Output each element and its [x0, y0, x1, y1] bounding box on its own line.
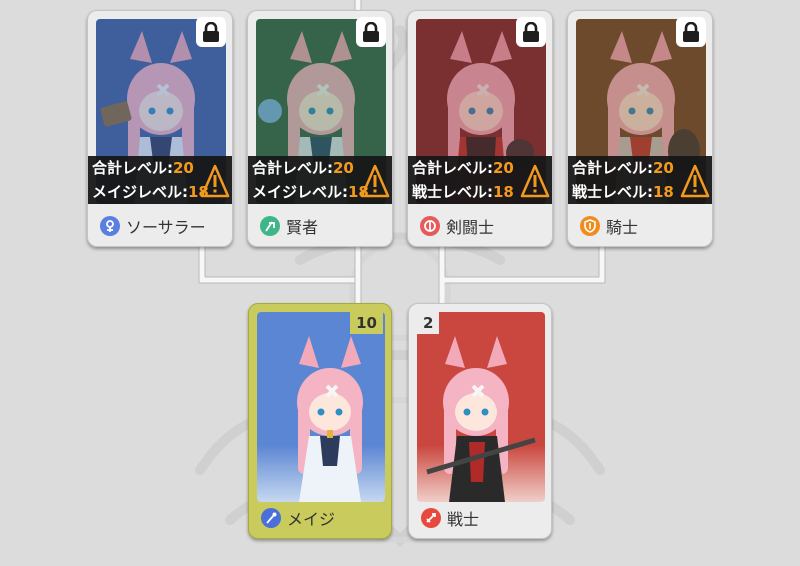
level-requirements: 合計レベル:20 戦士レベル:18	[408, 156, 552, 204]
job-card-sorcerer[interactable]: 合計レベル:20 メイジレベル:18 ソーサラー	[87, 10, 233, 247]
gladiator-icon	[420, 216, 440, 236]
base-level-label: 戦士レベル:	[572, 183, 653, 201]
character-portrait	[417, 312, 545, 502]
total-level-value: 20	[493, 159, 514, 177]
job-name: 賢者	[286, 218, 319, 237]
level-requirements: 合計レベル:20 戦士レベル:18	[568, 156, 712, 204]
total-level-value: 20	[173, 159, 194, 177]
character-portrait	[257, 312, 385, 502]
warrior-sword-icon	[421, 508, 441, 528]
job-name: 剣闘士	[446, 218, 495, 237]
total-level-label: 合計レベル:	[572, 159, 653, 177]
job-card-warrior[interactable]: 2 戦士	[408, 303, 552, 539]
total-level-label: 合計レベル:	[252, 159, 333, 177]
base-level-value: 18	[493, 183, 514, 201]
job-name: ソーサラー	[126, 218, 206, 237]
job-card-gladiator[interactable]: 合計レベル:20 戦士レベル:18 剣闘士	[407, 10, 553, 247]
job-name-row: 騎士	[580, 214, 638, 238]
total-level-value: 20	[653, 159, 674, 177]
job-name-row: ソーサラー	[100, 214, 206, 238]
level-requirements: 合計レベル:20 メイジレベル:18	[88, 156, 232, 204]
total-level-label: 合計レベル:	[92, 159, 173, 177]
job-name-row: メイジ	[261, 506, 335, 530]
job-level-badge: 10	[350, 312, 383, 334]
base-level-label: 戦士レベル:	[412, 183, 493, 201]
job-name-row: 賢者	[260, 214, 318, 238]
job-card-sage[interactable]: 合計レベル:20 メイジレベル:18 賢者	[247, 10, 393, 247]
job-card-knight[interactable]: 合計レベル:20 戦士レベル:18 騎士	[567, 10, 713, 247]
base-level-value: 18	[653, 183, 674, 201]
job-card-mage[interactable]: 10 メイジ	[248, 303, 392, 539]
level-requirements: 合計レベル:20 メイジレベル:18	[248, 156, 392, 204]
warning-icon	[680, 164, 710, 198]
lock-icon	[676, 17, 706, 47]
lock-icon	[356, 17, 386, 47]
mage-staff-icon	[261, 508, 281, 528]
job-name: 戦士	[447, 510, 480, 529]
warning-icon	[520, 164, 550, 198]
total-level-value: 20	[333, 159, 354, 177]
job-name-row: 戦士	[421, 506, 479, 530]
sage-icon	[260, 216, 280, 236]
base-level-label: メイジレベル:	[92, 183, 188, 201]
warning-icon	[360, 164, 390, 198]
base-level-label: メイジレベル:	[252, 183, 348, 201]
lock-icon	[196, 17, 226, 47]
sorcerer-icon	[100, 216, 120, 236]
total-level-label: 合計レベル:	[412, 159, 493, 177]
job-name-row: 剣闘士	[420, 214, 494, 238]
job-level-badge: 2	[417, 312, 440, 334]
knight-icon	[580, 216, 600, 236]
warning-icon	[200, 164, 230, 198]
job-name: メイジ	[287, 510, 336, 529]
job-name: 騎士	[606, 218, 639, 237]
lock-icon	[516, 17, 546, 47]
